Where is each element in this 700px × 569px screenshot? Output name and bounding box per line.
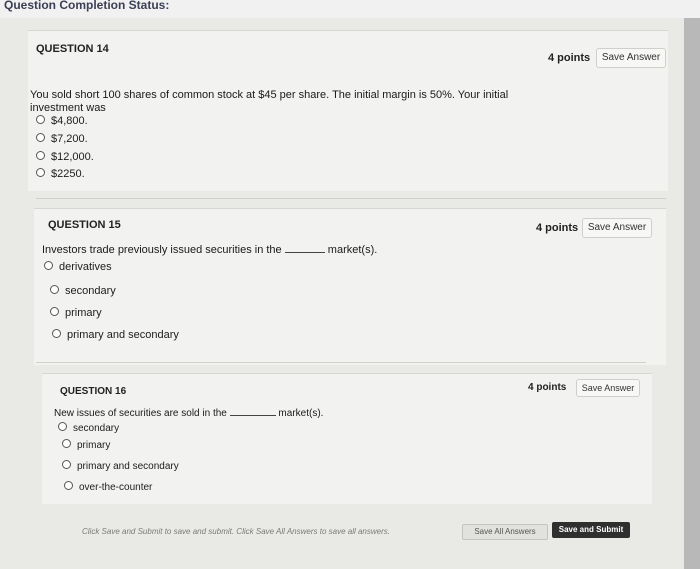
question-15-option-2[interactable]: secondary (50, 285, 116, 297)
radio-button-icon[interactable] (50, 285, 59, 294)
question-16-points: 4 points (528, 382, 567, 393)
question-16-option-3[interactable]: primary and secondary (62, 460, 179, 472)
question-15-option-3[interactable]: primary (50, 307, 102, 319)
question-16-option-2[interactable]: primary (62, 439, 110, 451)
question-16-prompt: New issues of securities are sold in the (54, 408, 227, 419)
question-14-option-3[interactable]: $12,000. (36, 151, 94, 163)
question-16-option-1[interactable]: secondary (58, 422, 119, 434)
save-all-answers-button[interactable]: Save All Answers (462, 524, 548, 540)
radio-button-icon[interactable] (58, 422, 67, 431)
radio-button-icon[interactable] (36, 151, 45, 160)
question-15-option-1[interactable]: derivatives (44, 261, 112, 273)
completion-status-bar: Question Completion Status: (0, 0, 700, 18)
radio-button-icon[interactable] (64, 481, 73, 490)
answer-blank (229, 415, 276, 416)
screen-edge (684, 18, 700, 569)
question-divider (36, 198, 666, 199)
question-14-text: You sold short 100 shares of common stoc… (30, 89, 510, 115)
save-and-submit-button[interactable]: Save and Submit (552, 522, 630, 538)
footer-instructions: Click Save and Submit to save and submit… (82, 527, 390, 536)
question-16-text: New issues of securities are sold in the… (54, 407, 414, 420)
question-15-prompt-end: market(s). (327, 244, 378, 256)
question-15-block: QUESTION 15 4 points Save Answer Investo… (34, 208, 666, 365)
radio-button-icon[interactable] (36, 133, 45, 142)
question-14-option-1[interactable]: $4,800. (36, 115, 88, 127)
completion-status-title: Question Completion Status: (4, 0, 170, 12)
question-14-prompt: You sold short 100 shares of common stoc… (30, 89, 509, 114)
radio-button-icon[interactable] (52, 329, 61, 338)
radio-button-icon[interactable] (62, 439, 71, 448)
question-16-block: QUESTION 16 4 points Save Answer New iss… (42, 373, 652, 504)
question-14-save-answer-button[interactable]: Save Answer (596, 48, 666, 68)
question-15-title: QUESTION 15 (48, 219, 121, 231)
question-16-prompt-end: market(s). (278, 408, 324, 419)
radio-button-icon[interactable] (44, 261, 53, 270)
question-15-save-answer-button[interactable]: Save Answer (582, 218, 652, 238)
question-15-text: Investors trade previously issued securi… (42, 244, 442, 257)
test-content: QUESTION 14 4 points Save Answer You sol… (0, 18, 700, 569)
radio-button-icon[interactable] (36, 168, 45, 177)
answer-blank (284, 252, 325, 253)
question-14-option-2[interactable]: $7,200. (36, 133, 88, 145)
question-16-title: QUESTION 16 (60, 386, 127, 397)
question-15-prompt: Investors trade previously issued securi… (42, 244, 282, 256)
question-14-points: 4 points (548, 52, 591, 64)
radio-button-icon[interactable] (50, 307, 59, 316)
question-14-title: QUESTION 14 (36, 43, 109, 55)
radio-button-icon[interactable] (62, 460, 71, 469)
question-divider (36, 362, 646, 363)
question-14-option-4[interactable]: $2250. (36, 168, 85, 180)
question-16-save-answer-button[interactable]: Save Answer (576, 379, 640, 397)
question-14-block: QUESTION 14 4 points Save Answer You sol… (28, 30, 668, 191)
radio-button-icon[interactable] (36, 115, 45, 124)
question-16-option-4[interactable]: over-the-counter (64, 481, 152, 493)
question-15-points: 4 points (536, 222, 579, 234)
question-15-option-4[interactable]: primary and secondary (52, 329, 179, 341)
